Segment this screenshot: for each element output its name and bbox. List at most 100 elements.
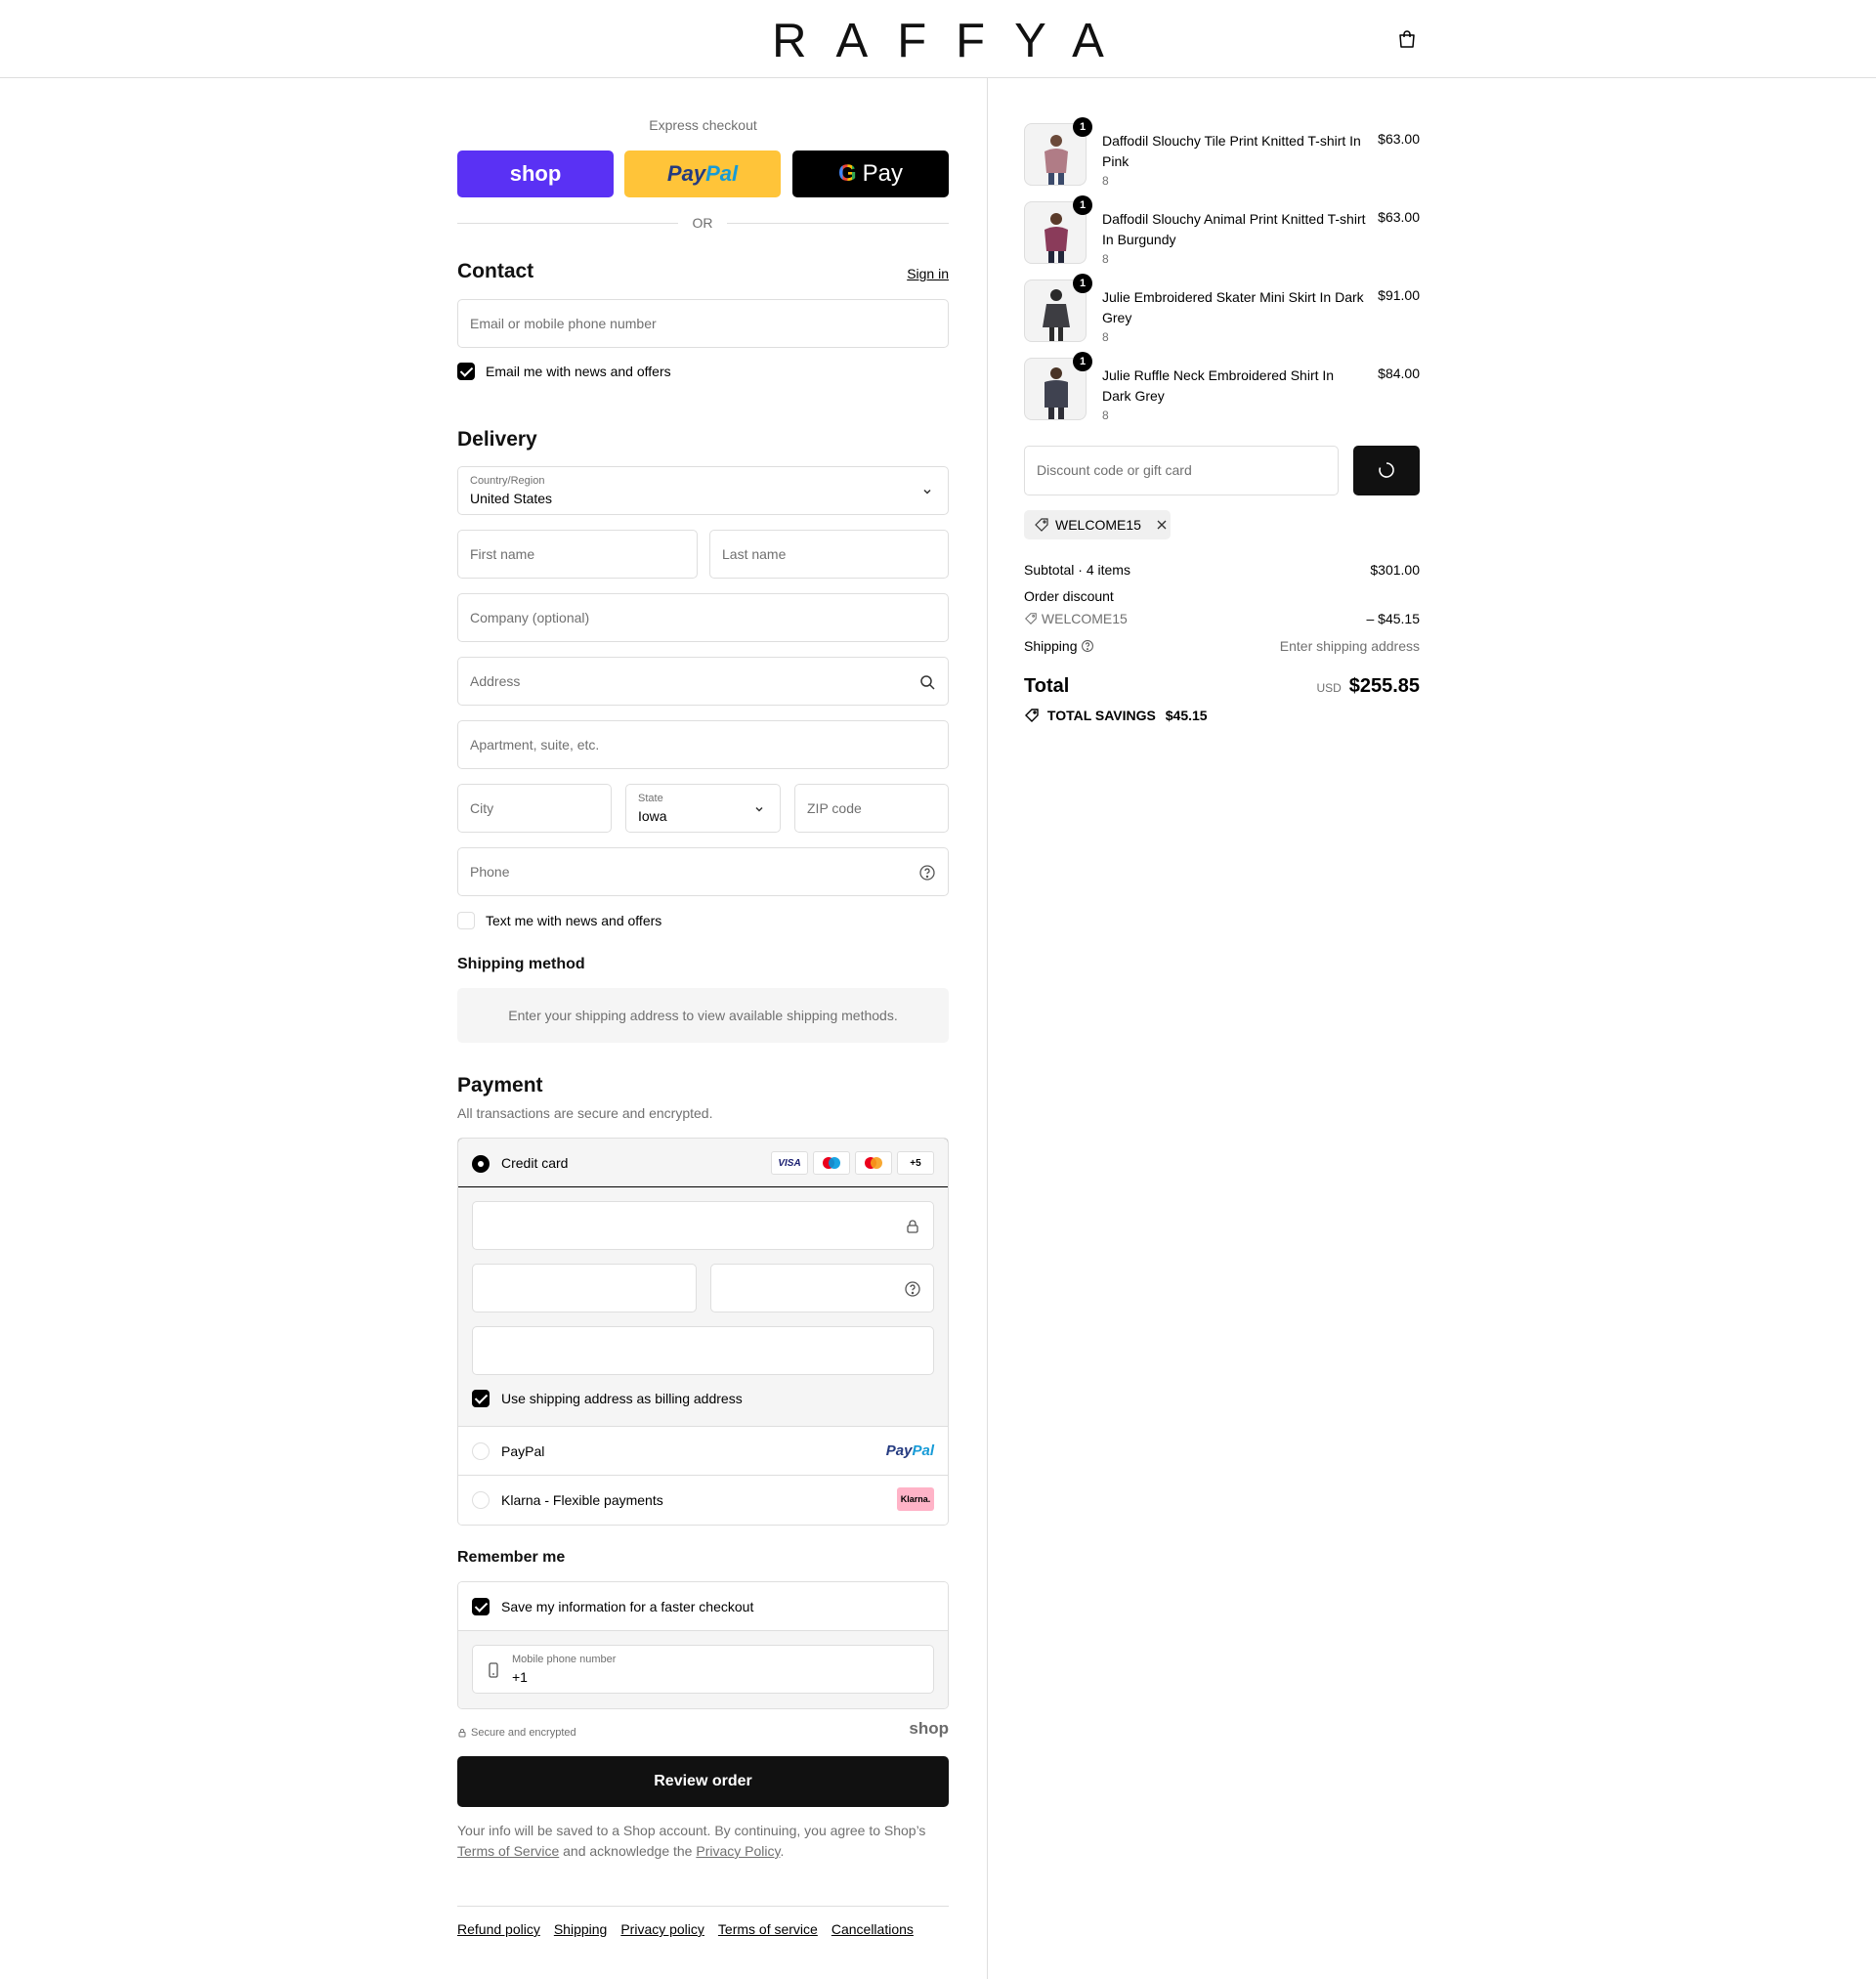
subtotal-value: $301.00: [1370, 562, 1420, 578]
terms-of-service-link[interactable]: Terms of service: [718, 1921, 818, 1937]
paypal-button[interactable]: Pay Pal: [624, 151, 781, 197]
shipping-method-title: Shipping method: [457, 956, 585, 972]
address-field[interactable]: Address: [457, 657, 949, 706]
last-name-field[interactable]: Last name: [709, 530, 949, 579]
subtotal-label: Subtotal · 4 items: [1024, 562, 1130, 578]
text-news-checkbox[interactable]: [457, 912, 475, 929]
city-field[interactable]: City: [457, 784, 612, 833]
help-icon[interactable]: [918, 864, 936, 882]
google-pay-label: Pay: [862, 160, 904, 187]
mobile-phone-icon: [489, 1662, 498, 1678]
state-value: Iowa: [638, 808, 667, 824]
first-name-field[interactable]: First name: [457, 530, 698, 579]
klarna-label: Klarna - Flexible payments: [501, 1492, 663, 1508]
shipping-link[interactable]: Shipping: [554, 1921, 608, 1937]
secure-note: Secure and encrypted: [457, 1727, 576, 1739]
mobile-phone-field[interactable]: Mobile phone number +1: [472, 1645, 934, 1694]
credit-card-option[interactable]: Credit card VISA +5: [458, 1139, 948, 1187]
header: RAFFYA: [0, 0, 1876, 78]
privacy-policy-link[interactable]: Privacy policy: [620, 1921, 704, 1937]
legal-part2: and acknowledge the: [563, 1843, 693, 1859]
brand-logo[interactable]: RAFFYA: [0, 14, 1876, 68]
save-info-row[interactable]: Save my information for a faster checkou…: [458, 1582, 948, 1631]
google-pay-button[interactable]: G Pay: [792, 151, 949, 197]
paypal-radio[interactable]: [472, 1442, 490, 1460]
paypal-logo: PayPal: [886, 1442, 934, 1459]
express-checkout-title: Express checkout: [649, 117, 757, 133]
apply-discount-button[interactable]: [1353, 446, 1420, 495]
help-icon[interactable]: [904, 1280, 921, 1298]
shopping-bag-icon[interactable]: [1397, 29, 1417, 49]
item-price: $63.00: [1378, 209, 1420, 225]
company-placeholder: Company (optional): [470, 610, 590, 625]
subtotal-row: Subtotal · 4 items $301.00: [1024, 562, 1420, 578]
shop-logo: shop: [909, 1719, 949, 1738]
email-field[interactable]: Email or mobile phone number: [457, 299, 949, 348]
chevron-down-icon: [923, 489, 931, 495]
state-label: State: [638, 793, 663, 804]
phone-field[interactable]: Phone: [457, 847, 949, 896]
total-row: Total USD $255.85: [1024, 675, 1420, 698]
terms-link[interactable]: Terms of Service: [457, 1843, 559, 1859]
contact-title: Contact: [457, 260, 534, 282]
legal-part1: Your info will be saved to a Shop accoun…: [457, 1823, 926, 1838]
item-name: Daffodil Slouchy Tile Print Knitted T-sh…: [1102, 133, 1361, 169]
maestro-icon: [813, 1151, 850, 1175]
lock-icon: [458, 1729, 466, 1738]
shop-pay-button[interactable]: shop: [457, 151, 614, 197]
secure-text: Secure and encrypted: [471, 1727, 576, 1739]
cancellations-link[interactable]: Cancellations: [831, 1921, 914, 1937]
security-code-field[interactable]: [710, 1264, 934, 1312]
review-order-button[interactable]: Review order: [457, 1756, 949, 1807]
shipping-value: Enter shipping address: [1279, 638, 1420, 654]
email-news-checkbox[interactable]: [457, 363, 475, 380]
savings-label: TOTAL SAVINGS: [1046, 708, 1156, 723]
save-info-checkbox[interactable]: [472, 1598, 490, 1615]
remove-discount-icon[interactable]: [1155, 518, 1169, 532]
phone-placeholder: Phone: [470, 864, 510, 880]
klarna-radio[interactable]: [472, 1491, 490, 1509]
company-field[interactable]: Company (optional): [457, 593, 949, 642]
discount-code-field[interactable]: Discount code or gift card: [1024, 446, 1339, 495]
klarna-option[interactable]: Klarna - Flexible payments Klarna.: [458, 1476, 948, 1525]
expiration-field[interactable]: [472, 1264, 697, 1312]
card-number-field[interactable]: [472, 1201, 934, 1250]
paypal-option[interactable]: PayPal PayPal: [458, 1427, 948, 1476]
city-placeholder: City: [470, 800, 494, 816]
zip-field[interactable]: ZIP code: [794, 784, 949, 833]
sign-in-link[interactable]: Sign in: [907, 266, 949, 281]
total-value: $255.85: [1348, 675, 1420, 697]
credit-card-form: Use shipping address as billing address: [458, 1187, 948, 1427]
payment-title: Payment: [457, 1074, 543, 1097]
mastercard-icon: [855, 1151, 892, 1175]
applied-code: WELCOME15: [1055, 517, 1141, 533]
tag-icon: [1025, 613, 1037, 624]
country-select[interactable]: Country/Region United States: [457, 466, 949, 515]
item-variant: 8: [1102, 174, 1109, 188]
save-info-label: Save my information for a faster checkou…: [501, 1599, 754, 1614]
delivery-title: Delivery: [457, 428, 537, 451]
refund-policy-link[interactable]: Refund policy: [457, 1921, 540, 1937]
country-value: United States: [470, 491, 553, 506]
help-icon[interactable]: [1081, 639, 1094, 653]
quantity-badge: 1: [1073, 274, 1092, 293]
total-savings-row: TOTAL SAVINGS $45.15: [1024, 708, 1420, 723]
savings-tag-icon: [1025, 709, 1039, 722]
credit-card-radio[interactable]: [472, 1155, 490, 1173]
discount-code-row: WELCOME15 – $45.15: [1024, 611, 1420, 626]
item-variant: 8: [1102, 252, 1109, 266]
item-name: Julie Embroidered Skater Mini Skirt In D…: [1102, 289, 1364, 325]
address-placeholder: Address: [470, 673, 521, 689]
remember-me-title: Remember me: [457, 1549, 566, 1566]
product-thumbnail: 1: [1024, 274, 1092, 342]
state-select[interactable]: State Iowa: [625, 784, 781, 833]
name-on-card-field[interactable]: [472, 1326, 934, 1375]
mobile-value: +1: [512, 1669, 528, 1685]
apartment-field[interactable]: Apartment, suite, etc.: [457, 720, 949, 769]
quantity-badge: 1: [1073, 117, 1092, 137]
currency-code: USD: [1316, 681, 1342, 695]
paypal-label: PayPal: [501, 1443, 545, 1459]
chevron-down-icon: [755, 806, 763, 812]
billing-same-checkbox[interactable]: [472, 1390, 490, 1407]
privacy-link[interactable]: Privacy Policy: [696, 1843, 780, 1859]
